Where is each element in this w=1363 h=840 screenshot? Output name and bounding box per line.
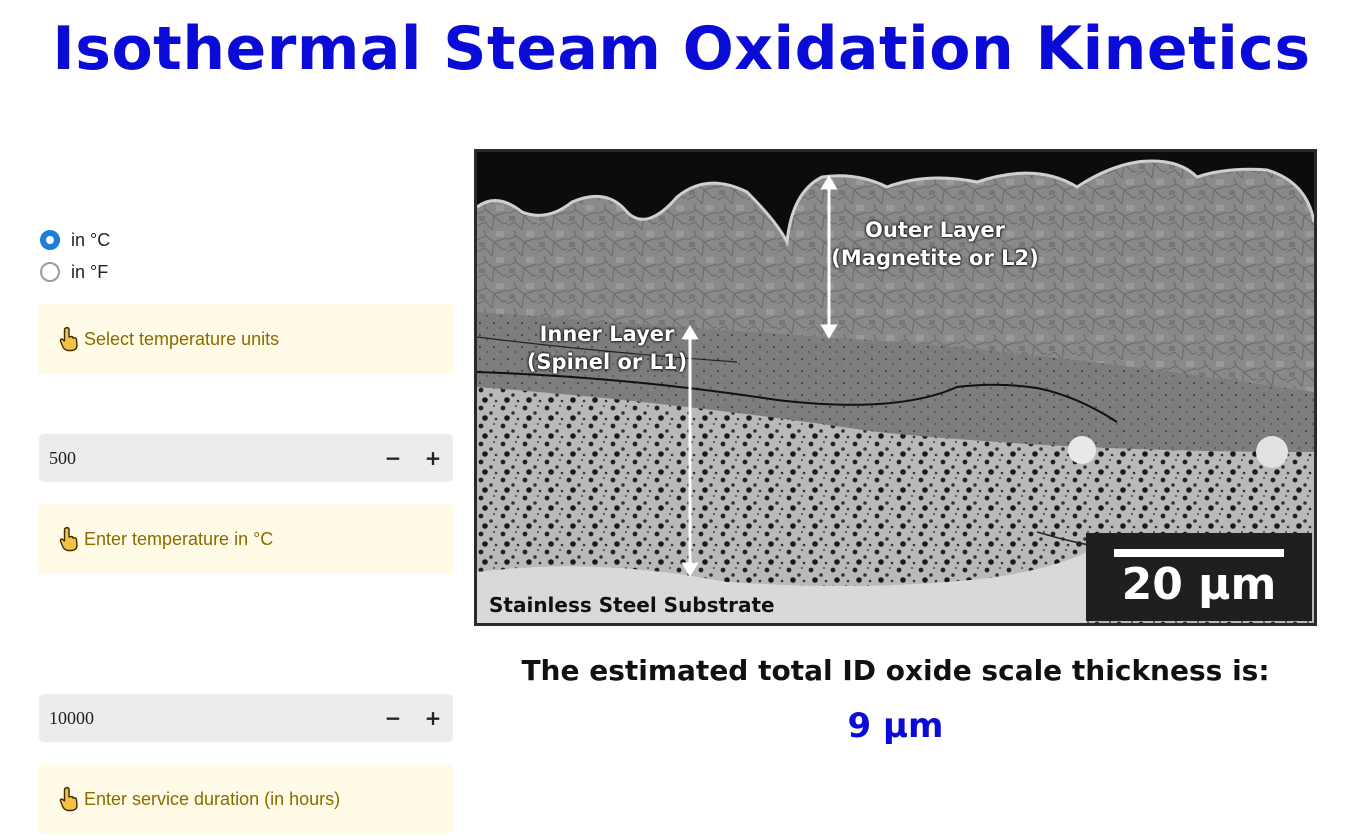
pointing-hand-icon — [58, 326, 80, 352]
duration-increment-button[interactable]: + — [413, 694, 453, 742]
units-hint-box: Select temperature units — [38, 304, 453, 374]
temperature-decrement-button[interactable]: − — [373, 434, 413, 482]
temperature-hint-box: Enter temperature in °C — [38, 504, 453, 574]
duration-hint-box: Enter service duration (in hours) — [38, 764, 453, 834]
scale-bar: 20 μm — [1086, 533, 1312, 621]
radio-option-fahrenheit[interactable]: in °F — [40, 256, 110, 288]
radio-label-fahrenheit: in °F — [71, 261, 109, 282]
inner-layer-label: Inner Layer (Spinel or L1) — [517, 320, 697, 376]
radio-label-celsius: in °C — [71, 229, 111, 250]
duration-hint-text: Enter service duration (in hours) — [84, 788, 341, 809]
pointing-hand-icon — [58, 786, 80, 812]
scale-bar-label: 20 μm — [1121, 559, 1277, 610]
radio-unselected-icon[interactable] — [40, 262, 60, 282]
duration-decrement-button[interactable]: − — [373, 694, 413, 742]
radio-selected-icon[interactable] — [40, 230, 60, 250]
outer-layer-label: Outer Layer (Magnetite or L2) — [829, 216, 1041, 272]
inner-layer-label-line1: Inner Layer — [539, 322, 675, 346]
radio-option-celsius[interactable]: in °C — [40, 224, 110, 256]
page-title: Isothermal Steam Oxidation Kinetics — [52, 14, 1311, 84]
duration-input[interactable]: 10000 − + — [39, 694, 453, 742]
duration-input-value[interactable]: 10000 — [39, 708, 373, 729]
temperature-hint-text: Enter temperature in °C — [84, 528, 274, 549]
units-hint-text: Select temperature units — [84, 328, 280, 349]
pointing-hand-icon — [58, 526, 80, 552]
temperature-units-radio-group: in °C in °F — [40, 224, 110, 288]
outer-layer-label-line2: (Magnetite or L2) — [831, 246, 1039, 270]
temperature-input[interactable]: 500 − + — [39, 434, 453, 482]
substrate-label: Stainless Steel Substrate — [489, 593, 775, 617]
result-value: 9 μm — [847, 706, 944, 746]
temperature-input-value[interactable]: 500 — [39, 448, 373, 469]
outer-layer-label-line1: Outer Layer — [865, 218, 1005, 242]
oxide-scale-micrograph: Outer Layer (Magnetite or L2) Inner Laye… — [474, 149, 1317, 626]
result-label: The estimated total ID oxide scale thick… — [521, 654, 1270, 687]
scale-bar-line — [1114, 549, 1284, 557]
inner-layer-label-line2: (Spinel or L1) — [526, 350, 688, 374]
temperature-increment-button[interactable]: + — [413, 434, 453, 482]
